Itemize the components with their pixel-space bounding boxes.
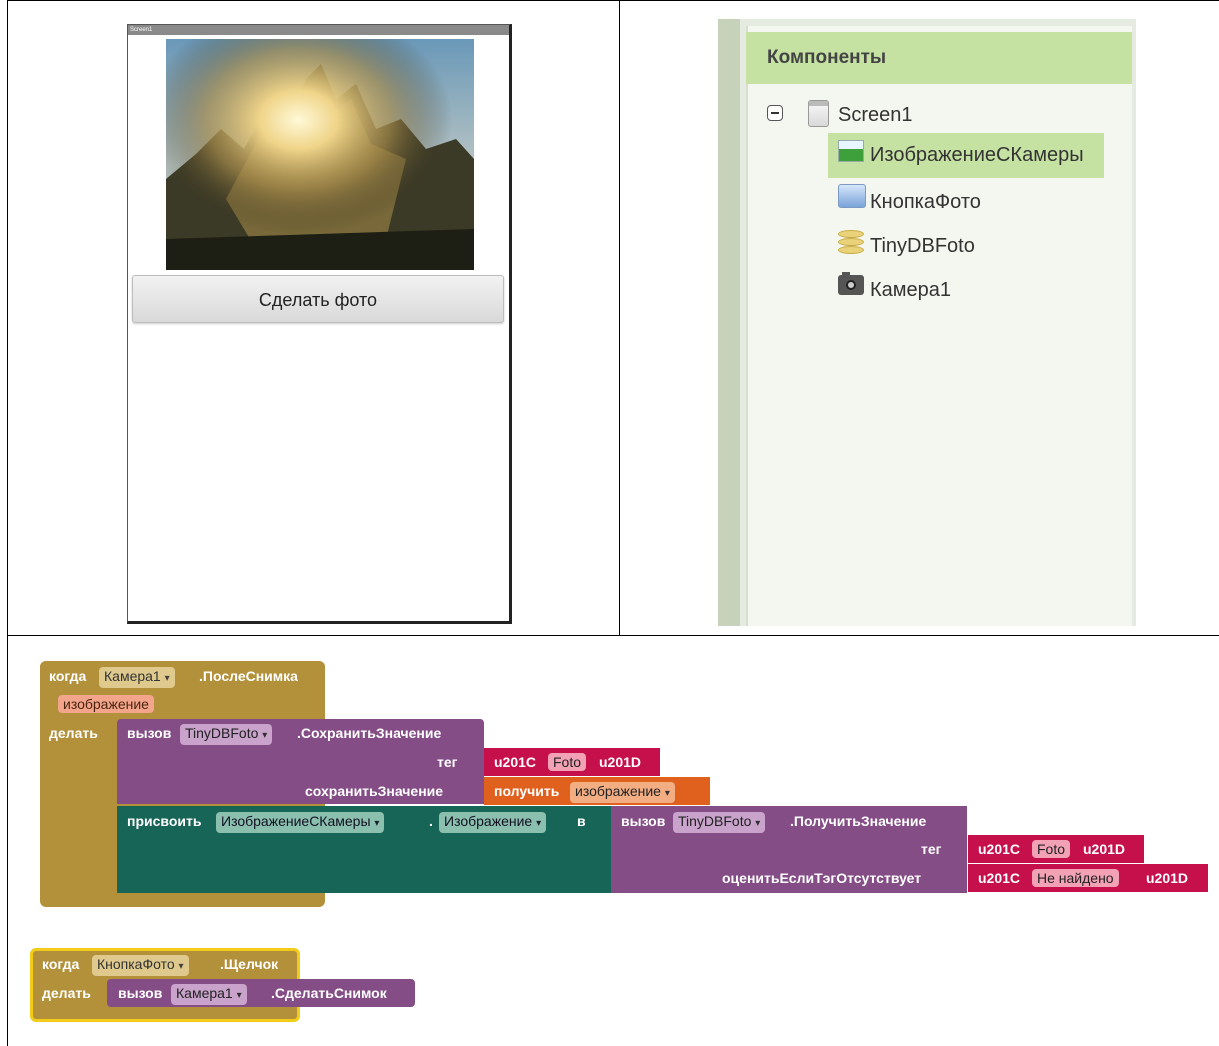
variable-dropdown[interactable]: изображение ▾: [570, 782, 675, 803]
get-label: получить: [494, 783, 560, 799]
screen-icon: [808, 100, 829, 127]
table-border-left: [7, 0, 8, 1046]
dot-label: .: [429, 813, 433, 829]
not-found-value[interactable]: Не найдено: [1032, 869, 1119, 887]
image-component-dropdown[interactable]: ИзображениеСКамеры ▾: [216, 812, 385, 833]
call-method: .СделатьСнимок: [271, 985, 387, 1001]
absent-label: оценитьЕслиТэгОтсутствует: [722, 870, 922, 886]
tag-label: тег: [921, 841, 942, 857]
quote-close: u201D: [1083, 841, 1126, 857]
take-photo-button[interactable]: Сделать фото: [132, 275, 504, 323]
screen-title-bar: Screen1: [128, 25, 509, 35]
tree-item-button[interactable]: КнопкаФото: [838, 184, 1038, 220]
value-label: сохранитьЗначение: [305, 783, 444, 799]
quote-close: u201D: [599, 754, 642, 770]
tag-label: тег: [437, 754, 458, 770]
param-chip[interactable]: изображение: [58, 695, 154, 713]
set-label: присвоить: [127, 813, 202, 829]
store-method: .СохранитьЗначение: [297, 725, 442, 741]
when-label: когда: [42, 956, 80, 972]
quote-open: u201C: [494, 754, 537, 770]
property-dropdown[interactable]: Изображение ▾: [439, 812, 547, 833]
tag-value[interactable]: Foto: [1032, 840, 1071, 858]
camera-image: [166, 39, 474, 270]
tree-item-image[interactable]: ИзображениеСКамеры: [828, 133, 1104, 178]
camera-icon: [838, 272, 864, 295]
quote-open: u201C: [978, 841, 1021, 857]
when-label: когда: [49, 668, 87, 684]
tag-value[interactable]: Foto: [548, 753, 587, 771]
call-label: вызов: [127, 725, 172, 741]
button-component-dropdown[interactable]: КнопкаФото ▾: [92, 955, 189, 976]
tree-item-screen1[interactable]: Screen1: [808, 98, 1028, 134]
call-label: вызов: [621, 813, 666, 829]
table-divider-vertical: [619, 0, 620, 636]
call-label: вызов: [118, 985, 163, 1001]
table-divider-horizontal: [7, 635, 1219, 636]
tree-item-label: Screen1: [838, 104, 913, 126]
collapse-icon[interactable]: [767, 105, 783, 121]
tree-item-camera[interactable]: Камера1: [838, 272, 1038, 308]
tree-item-label: ИзображениеСКамеры: [870, 144, 1084, 166]
phone-preview: Screen1 Сделать фото: [127, 24, 512, 624]
event-name: .Щелчок: [220, 956, 279, 972]
camera-dropdown[interactable]: Камера1 ▾: [171, 984, 247, 1005]
tree-item-label: КнопкаФото: [870, 191, 981, 213]
tree-item-tinydb[interactable]: TinyDBFoto: [838, 228, 1038, 264]
to-label: в: [577, 813, 586, 829]
component-dropdown[interactable]: Камера1 ▾: [99, 667, 175, 688]
get-method: .ПолучитьЗначение: [790, 813, 927, 829]
tinydb-dropdown[interactable]: TinyDBFoto ▾: [673, 812, 766, 833]
components-header: Компоненты: [746, 32, 1132, 84]
do-label: делать: [42, 985, 91, 1001]
tree-item-label: Камера1: [870, 279, 952, 301]
viewer-edge: [718, 19, 740, 626]
do-label: делать: [49, 725, 98, 741]
table-border-top: [7, 0, 1219, 1]
quote-open: u201C: [978, 870, 1021, 886]
tinydb-dropdown[interactable]: TinyDBFoto ▾: [180, 724, 273, 745]
event-name: .ПослеСнимка: [199, 668, 298, 684]
database-icon: [838, 230, 864, 254]
tree-item-label: TinyDBFoto: [870, 235, 975, 257]
button-icon: [838, 184, 866, 208]
image-icon: [838, 140, 864, 162]
quote-close: u201D: [1146, 870, 1189, 886]
